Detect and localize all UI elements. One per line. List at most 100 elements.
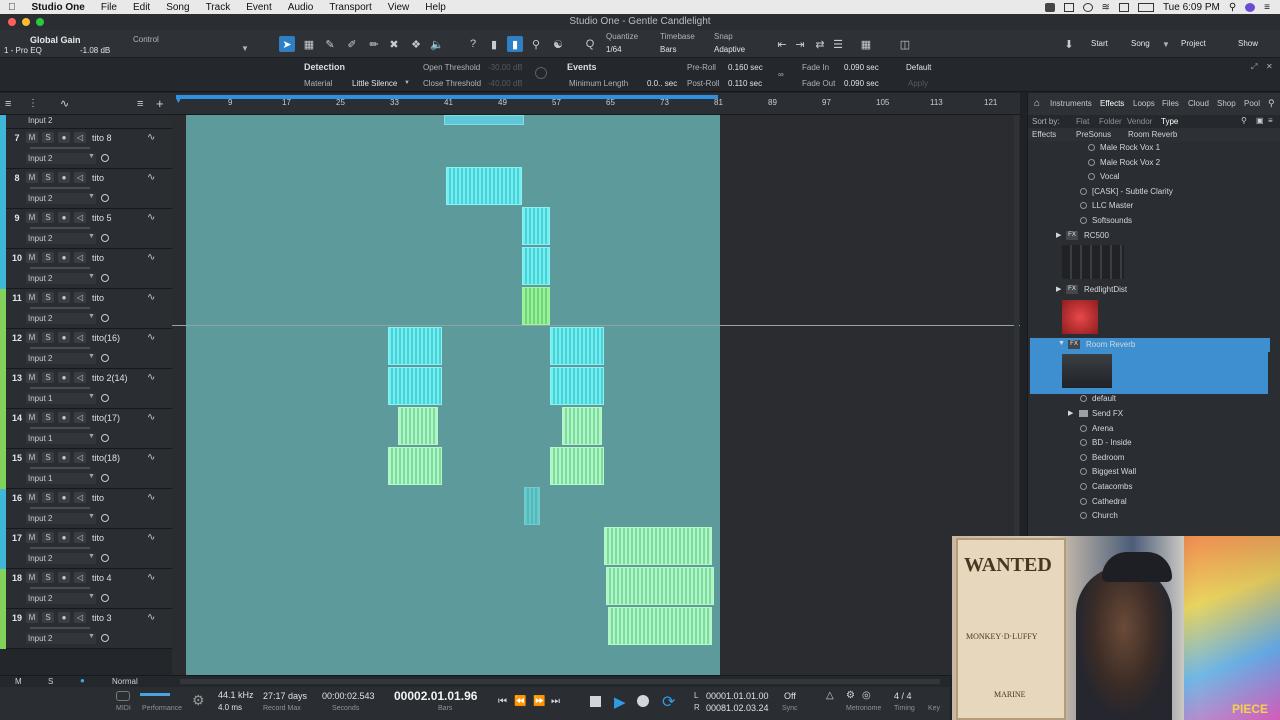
mute-button[interactable]: M xyxy=(26,412,38,423)
audio-clip[interactable] xyxy=(388,447,442,485)
menubar-clock[interactable]: Tue 6:09 PM xyxy=(1163,2,1220,13)
mute-button[interactable]: M xyxy=(26,572,38,583)
tab-shop[interactable]: Shop xyxy=(1217,99,1236,108)
mute-button[interactable]: M xyxy=(26,172,38,183)
volume-fader[interactable] xyxy=(30,427,90,429)
record-arm-button[interactable]: ● xyxy=(58,572,70,583)
browser-layout-icon[interactable]: ▣ xyxy=(1256,116,1264,125)
monitor-button[interactable]: ◁ xyxy=(74,492,86,503)
loop-button[interactable]: ⟳ xyxy=(662,692,675,712)
track-name[interactable]: tito 3 xyxy=(92,613,112,623)
audio-clip[interactable] xyxy=(550,367,604,405)
input-selector[interactable]: Input 1 xyxy=(26,433,96,444)
browser-item[interactable]: Bedroom xyxy=(1028,451,1268,465)
tab-loops[interactable]: Loops xyxy=(1133,99,1155,108)
range-tool-button[interactable]: ▦ xyxy=(301,36,317,52)
precount-icon[interactable]: ◎ xyxy=(862,690,871,701)
track-name[interactable]: tito 8 xyxy=(92,133,112,143)
input-monitor-icon[interactable] xyxy=(101,594,109,602)
plugin-thumbnail-image[interactable] xyxy=(1062,299,1098,334)
automation-wave-icon[interactable]: ∿ xyxy=(147,292,155,303)
automation-icon[interactable]: ∿ xyxy=(60,97,69,110)
track-name[interactable]: tito(18) xyxy=(92,453,120,463)
solo-button[interactable]: S xyxy=(42,532,54,543)
volume-fader[interactable] xyxy=(30,267,90,269)
audio-clip[interactable] xyxy=(398,407,438,445)
open-threshold-value[interactable]: -30.00 dB xyxy=(488,63,523,72)
input-dropdown-icon[interactable]: ▼ xyxy=(88,513,95,520)
solo-button[interactable]: S xyxy=(42,172,54,183)
siri-icon[interactable] xyxy=(1245,2,1256,12)
input-monitor-icon[interactable] xyxy=(101,514,109,522)
monitor-button[interactable]: ◁ xyxy=(74,532,86,543)
mute-button[interactable]: M xyxy=(26,292,38,303)
footer-monitor-icon[interactable]: ● xyxy=(80,676,85,685)
browser-item[interactable]: Arena xyxy=(1028,422,1268,436)
path-effects[interactable]: Effects xyxy=(1032,130,1056,139)
audio-clip[interactable] xyxy=(550,327,604,365)
track-row[interactable]: 7 M S ● ◁ tito 8 ∿ Input 2 ▼ xyxy=(0,129,172,169)
track-name[interactable]: tito xyxy=(92,253,104,263)
input-dropdown-icon[interactable]: ▼ xyxy=(88,273,95,280)
status-app-icon-2[interactable] xyxy=(1063,2,1074,12)
input-selector[interactable]: Input 2 xyxy=(26,513,96,524)
record-arm-button[interactable]: ● xyxy=(58,452,70,463)
close-window-button[interactable] xyxy=(8,18,16,26)
input-monitor-icon[interactable] xyxy=(101,634,109,642)
audio-clip[interactable] xyxy=(604,527,712,565)
material-select[interactable]: Little Silence xyxy=(352,79,397,88)
browser-item[interactable]: Male Rock Vox 1 xyxy=(1028,141,1268,155)
browser-item[interactable]: Vocal xyxy=(1028,170,1268,184)
track-name[interactable]: tito 2(14) xyxy=(92,373,128,383)
input-selector[interactable]: Input 2 xyxy=(26,633,96,644)
material-dropdown-icon[interactable]: ▼ xyxy=(404,80,410,86)
input-monitor-icon[interactable] xyxy=(101,194,109,202)
plugin-thumbnail-image[interactable] xyxy=(1062,245,1124,280)
automation-wave-icon[interactable]: ∿ xyxy=(147,572,155,583)
input-dropdown-icon[interactable]: ▼ xyxy=(88,193,95,200)
input-dropdown-icon[interactable]: ▼ xyxy=(88,393,95,400)
track-color-bar[interactable] xyxy=(0,489,6,529)
menu-file[interactable]: File xyxy=(93,2,125,13)
wifi-icon[interactable]: ≋ xyxy=(1102,2,1110,13)
arrow-tool-button[interactable]: ➤ xyxy=(279,36,295,52)
track-name[interactable]: tito xyxy=(92,173,104,183)
solo-button[interactable]: S xyxy=(42,612,54,623)
monitor-button[interactable]: ◁ xyxy=(74,412,86,423)
track-name[interactable]: tito 4 xyxy=(92,573,112,583)
control-dropdown-arrow-icon[interactable]: ▼ xyxy=(241,44,249,53)
loop-end-display[interactable]: 00081.02.03.24 xyxy=(706,703,769,713)
solo-button[interactable]: S xyxy=(42,292,54,303)
track-color-bar[interactable] xyxy=(0,569,6,609)
track-color-bar[interactable] xyxy=(0,129,6,169)
input-selector[interactable]: Input 2 xyxy=(26,353,96,364)
track-color-bar[interactable] xyxy=(0,329,6,369)
menu-event[interactable]: Event xyxy=(238,2,280,13)
volume-fader[interactable] xyxy=(30,347,90,349)
input-selector[interactable]: Input 1 xyxy=(26,473,96,484)
audio-clip[interactable] xyxy=(446,167,522,205)
browser-item[interactable]: BD - Inside xyxy=(1028,436,1268,450)
solo-button[interactable]: S xyxy=(42,132,54,143)
tab-effects[interactable]: Effects xyxy=(1100,99,1124,108)
browser-scrollbar[interactable] xyxy=(1270,141,1275,538)
help-button[interactable]: ? xyxy=(465,36,481,52)
time-signature[interactable]: 4 / 4 xyxy=(894,691,912,701)
track-name[interactable]: tito xyxy=(92,493,104,503)
record-arm-button[interactable]: ● xyxy=(58,132,70,143)
browser-item[interactable]: ▶ FX RC500 xyxy=(1028,229,1268,243)
browser-item[interactable]: Softsounds xyxy=(1028,214,1268,228)
input-dropdown-icon[interactable]: ▼ xyxy=(88,233,95,240)
track-name[interactable]: tito(16) xyxy=(92,333,120,343)
footer-mute-button[interactable]: M xyxy=(15,677,22,686)
spotlight-search-icon[interactable]: ⚲ xyxy=(1229,2,1236,13)
listen-tool-button[interactable]: 🔈 xyxy=(429,36,445,52)
input-dropdown-icon[interactable]: ▼ xyxy=(88,153,95,160)
project-page-button[interactable]: Project xyxy=(1181,39,1206,48)
record-arm-button[interactable]: ● xyxy=(58,612,70,623)
metronome-icon[interactable]: △ xyxy=(826,690,834,701)
paint-tool-button[interactable]: ✏ xyxy=(366,36,382,52)
bars-position-display[interactable]: 00002.01.01.96 xyxy=(394,689,477,703)
split-tool-button[interactable]: ✎ xyxy=(322,36,338,52)
browser-item[interactable]: [CASK] - Subtle Clarity xyxy=(1028,185,1268,199)
